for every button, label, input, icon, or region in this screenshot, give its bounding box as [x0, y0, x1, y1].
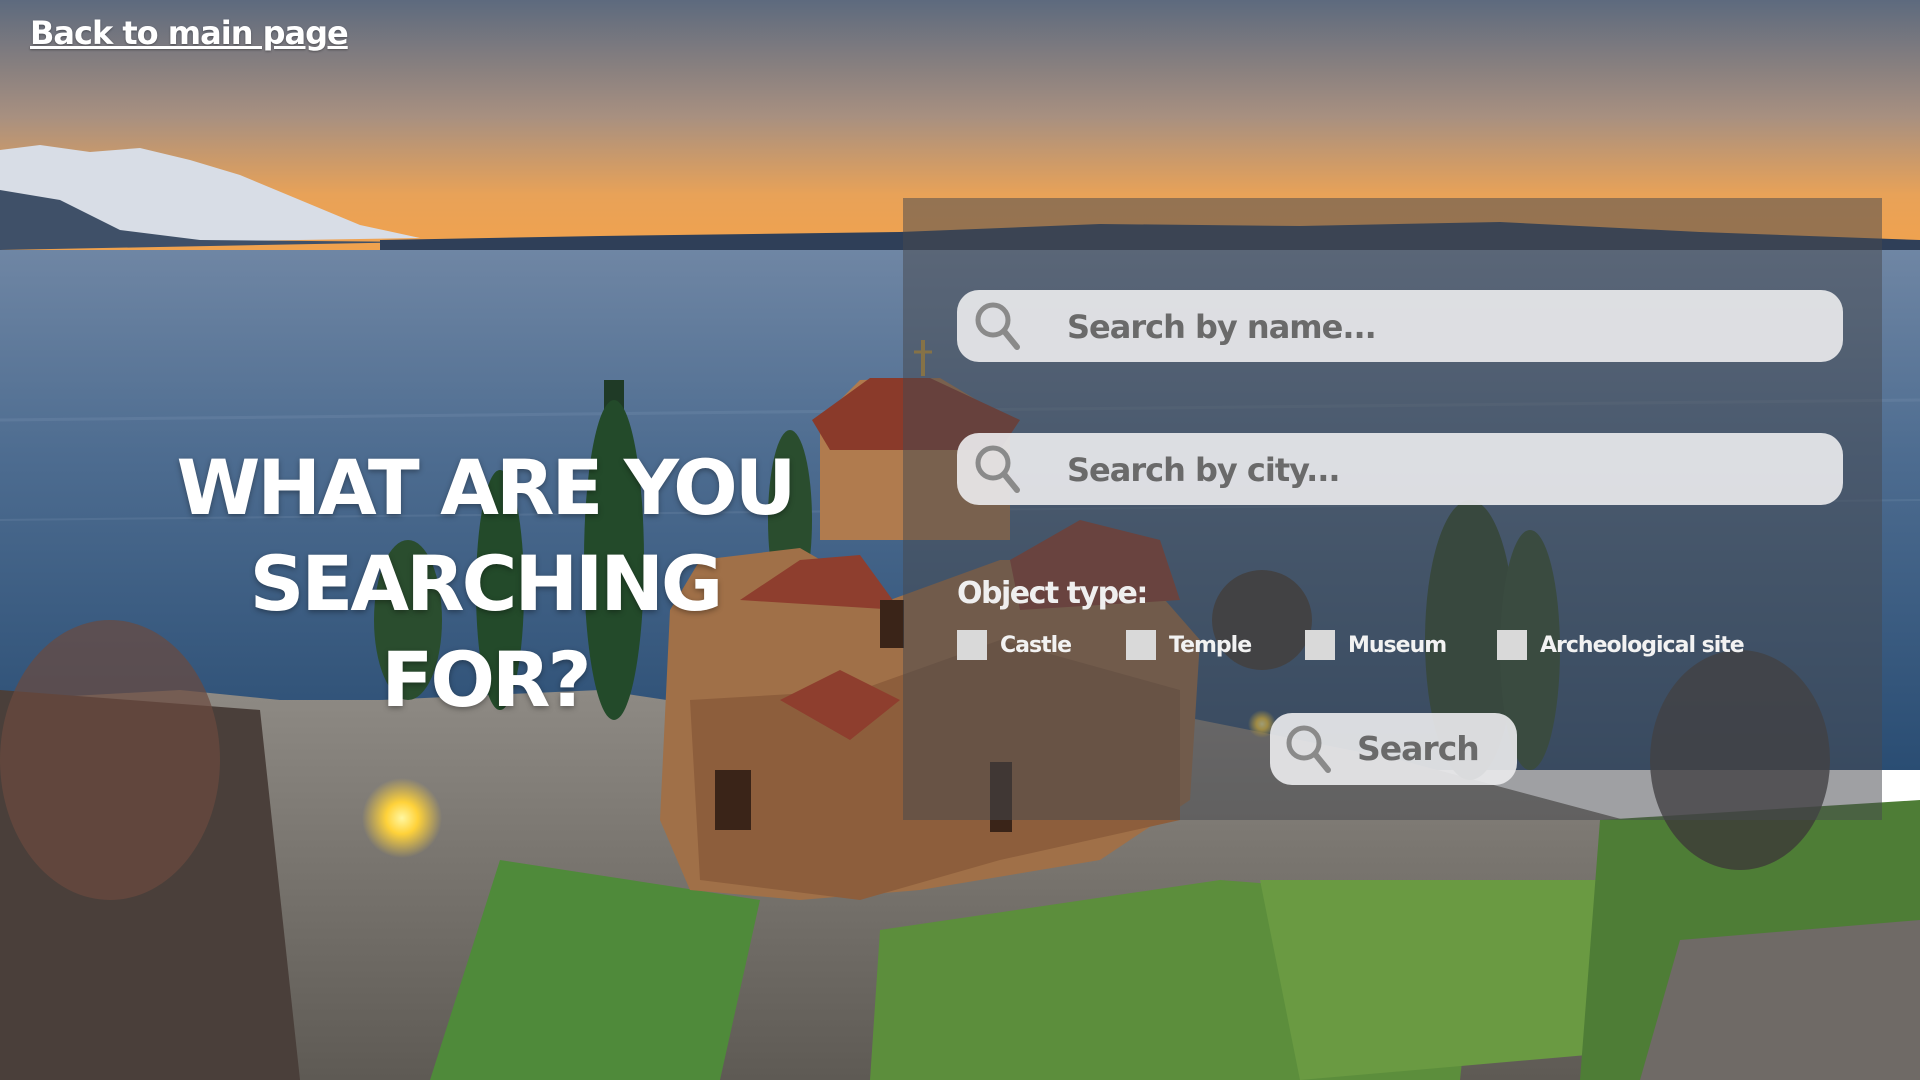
checkbox-castle-label: Castle	[1000, 632, 1072, 658]
checkbox-temple[interactable]: Temple	[1126, 630, 1252, 660]
checkbox-temple-box[interactable]	[1126, 630, 1156, 660]
search-button-label: Search	[1357, 729, 1480, 768]
city-search-field[interactable]	[957, 433, 1843, 507]
name-search-input[interactable]	[1065, 290, 1829, 364]
checkbox-temple-label: Temple	[1169, 632, 1252, 658]
checkbox-archeological-site-box[interactable]	[1497, 630, 1527, 660]
search-panel: Object type: Castle Temple Museum Archeo…	[903, 198, 1882, 820]
search-icon	[1286, 725, 1331, 773]
checkbox-museum-box[interactable]	[1305, 630, 1335, 660]
search-button[interactable]: Search	[1270, 713, 1517, 785]
checkbox-castle[interactable]: Castle	[957, 630, 1072, 660]
checkbox-archeological-site-label: Archeological site	[1540, 632, 1745, 658]
checkbox-museum[interactable]: Museum	[1305, 630, 1447, 660]
name-search-field[interactable]	[957, 290, 1843, 364]
title-line-1: WHAT ARE YOU	[176, 443, 796, 532]
object-type-checkboxes: Castle Temple Museum Archeological site	[957, 630, 1857, 662]
page-title: WHAT ARE YOU SEARCHING FOR?	[150, 440, 820, 728]
checkbox-museum-label: Museum	[1348, 632, 1447, 658]
search-icon	[975, 445, 1020, 493]
object-type-label: Object type:	[957, 576, 1148, 611]
checkbox-archeological-site[interactable]: Archeological site	[1497, 630, 1745, 660]
title-line-2: SEARCHING FOR?	[249, 539, 724, 724]
back-to-main-link[interactable]: Back to main page	[30, 14, 349, 52]
search-icon	[975, 302, 1020, 350]
city-search-input[interactable]	[1065, 433, 1829, 507]
checkbox-castle-box[interactable]	[957, 630, 987, 660]
